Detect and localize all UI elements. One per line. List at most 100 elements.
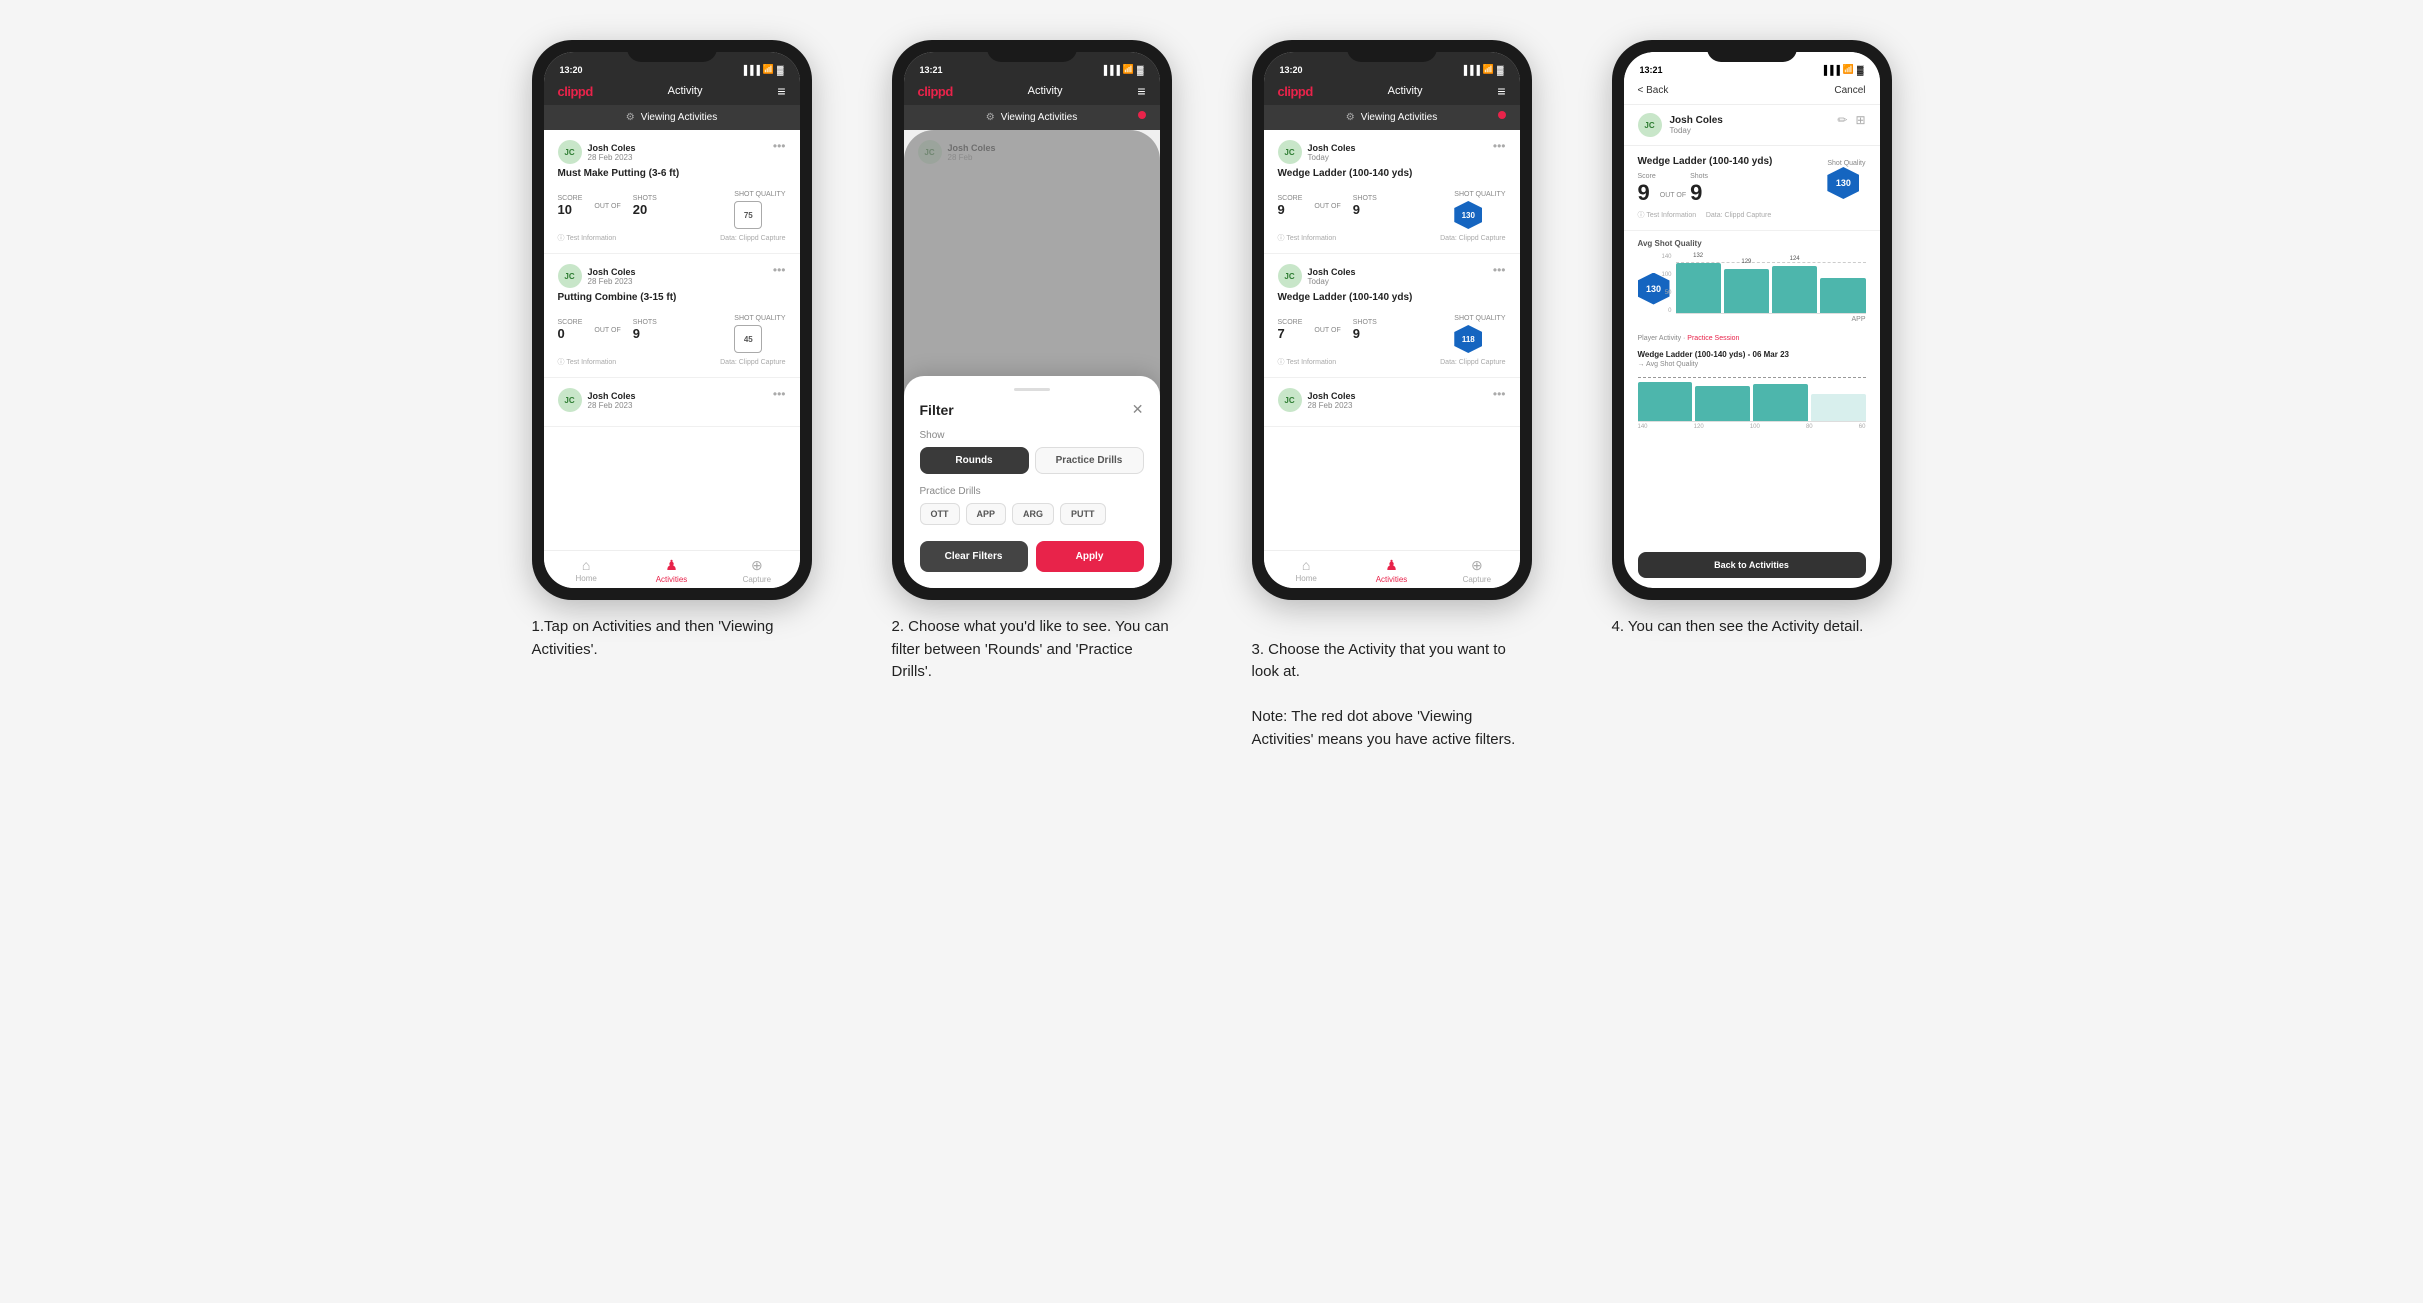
battery-icon-3: ▓ bbox=[1497, 65, 1504, 75]
quality-label-3-2: Shot Quality bbox=[1454, 315, 1505, 322]
filter-close-btn-2[interactable]: ✕ bbox=[1132, 401, 1144, 418]
activity-title-3-2: Wedge Ladder (100-140 yds) bbox=[1278, 292, 1506, 303]
stats-row-1-1: Score 10 OUT OF Shots 20 Shot Quality 75 bbox=[558, 183, 786, 229]
card-dots-3-1[interactable]: ••• bbox=[1493, 140, 1506, 152]
back-to-activities-btn-4[interactable]: Back to Activities bbox=[1638, 552, 1866, 578]
hamburger-icon-1[interactable]: ≡ bbox=[777, 83, 785, 99]
user-name-1-2: Josh Coles bbox=[588, 267, 636, 277]
bottom-nav-home-3[interactable]: ⌂ Home bbox=[1264, 551, 1349, 588]
bottom-nav-home-1[interactable]: ⌂ Home bbox=[544, 551, 629, 588]
pill-app-2[interactable]: APP bbox=[966, 503, 1007, 525]
cancel-btn-4[interactable]: Cancel bbox=[1834, 85, 1865, 96]
user-date-1-2: 28 Feb 2023 bbox=[588, 277, 636, 286]
score-label-3-2: Score bbox=[1278, 319, 1303, 326]
clear-filters-btn-2[interactable]: Clear Filters bbox=[920, 541, 1028, 572]
pill-arg-2[interactable]: ARG bbox=[1012, 503, 1054, 525]
shots-label-3-2: Shots bbox=[1353, 319, 1377, 326]
activity-card-1-3[interactable]: JC Josh Coles 28 Feb 2023 ••• bbox=[544, 378, 800, 427]
red-dot-3 bbox=[1498, 111, 1506, 119]
bottom-nav-capture-3[interactable]: ⊕ Capture bbox=[1434, 551, 1519, 588]
user-date-1-3: 28 Feb 2023 bbox=[588, 401, 636, 410]
user-name-1-1: Josh Coles bbox=[588, 143, 636, 153]
viewing-banner-1[interactable]: ⚙ Viewing Activities bbox=[544, 105, 800, 130]
phone-4: 13:21 ▐▐▐ 📶 ▓ < Back Cancel JC bbox=[1612, 40, 1892, 600]
user-info-3-1: JC Josh Coles Today bbox=[1278, 140, 1356, 164]
page-container: 13:20 ▐▐▐ 📶 ▓ clippd Activity ≡ ⚙ Vie bbox=[512, 40, 1912, 751]
phone-3-inner: 13:20 ▐▐▐ 📶 ▓ clippd Activity ≡ ⚙ Viewin… bbox=[1264, 52, 1520, 588]
chart-bar-4-4 bbox=[1820, 278, 1865, 313]
activity-card-3-2[interactable]: JC Josh Coles Today ••• Wedge Ladder (10… bbox=[1264, 254, 1520, 378]
score-label-1-2: Score bbox=[558, 319, 583, 326]
score-val-1-1: 10 bbox=[558, 202, 572, 217]
bottom-nav-activities-1[interactable]: ♟ Activities bbox=[629, 551, 714, 588]
viewing-banner-3[interactable]: ⚙ Viewing Activities bbox=[1264, 105, 1520, 130]
settings-icon-1: ⚙ bbox=[626, 112, 635, 123]
score-label-3-1: Score bbox=[1278, 195, 1303, 202]
hamburger-icon-2[interactable]: ≡ bbox=[1137, 83, 1145, 99]
detail-user-date-4: Today bbox=[1670, 126, 1723, 135]
detail-outof-4: OUT OF bbox=[1660, 192, 1686, 199]
practice-section-label-2: Practice Drills bbox=[920, 486, 1144, 497]
activity-sub-4: → Avg Shot Quality bbox=[1638, 361, 1866, 368]
capture-icon-3: ⊕ bbox=[1471, 557, 1483, 574]
user-info-1-3: JC Josh Coles 28 Feb 2023 bbox=[558, 388, 636, 412]
card-dots-1-3[interactable]: ••• bbox=[773, 388, 786, 400]
chart-x-label-4: APP bbox=[1676, 316, 1866, 323]
red-dot-2 bbox=[1138, 111, 1146, 119]
card-dots-3-2[interactable]: ••• bbox=[1493, 264, 1506, 276]
avatar-4: JC bbox=[1638, 113, 1662, 137]
app-nav-2: clippd Activity ≡ bbox=[904, 77, 1160, 105]
phone-notch-2 bbox=[987, 40, 1077, 62]
settings-icon-3: ⚙ bbox=[1346, 112, 1355, 123]
activity-card-1-1[interactable]: JC Josh Coles 28 Feb 2023 ••• Must Make … bbox=[544, 130, 800, 254]
phone-1-body: JC Josh Coles 28 Feb 2023 ••• Must Make … bbox=[544, 130, 800, 588]
stats-row-3-1: Score 9 OUT OF Shots 9 Shot Quality 130 bbox=[1278, 183, 1506, 229]
activity-card-1-2[interactable]: JC Josh Coles 28 Feb 2023 ••• Putting Co… bbox=[544, 254, 800, 378]
footer-info-3-1: ⓘ Test Information bbox=[1278, 233, 1337, 243]
stats-row-1-2: Score 0 OUT OF Shots 9 Shot Quality 45 bbox=[558, 307, 786, 353]
avatar-3-2: JC bbox=[1278, 264, 1302, 288]
footer-info-1-1: ⓘ Test Information bbox=[558, 233, 617, 243]
shots-val-1-1: 20 bbox=[633, 202, 647, 217]
quality-hex-1-1: 75 bbox=[734, 201, 762, 229]
bottom-nav-activities-3[interactable]: ♟ Activities bbox=[1349, 551, 1434, 588]
card-dots-1-2[interactable]: ••• bbox=[773, 264, 786, 276]
shots-val-3-1: 9 bbox=[1353, 202, 1360, 217]
app-nav-1: clippd Activity ≡ bbox=[544, 77, 800, 105]
score-val-3-1: 9 bbox=[1278, 202, 1285, 217]
step-2-column: 13:21 ▐▐▐ 📶 ▓ clippd Activity ≡ ⚙ Viewin… bbox=[872, 40, 1192, 751]
bottom-nav-capture-1[interactable]: ⊕ Capture bbox=[714, 551, 799, 588]
rounds-tab-2[interactable]: Rounds bbox=[920, 447, 1029, 474]
detail-footer-4: ⓘ Test Information Data: Clippd Capture bbox=[1638, 210, 1866, 220]
viewing-banner-2[interactable]: ⚙ Viewing Activities bbox=[904, 105, 1160, 130]
outof-3-1: OUT OF bbox=[1314, 203, 1340, 210]
activity-chart-4: 140 120 100 80 60 bbox=[1624, 372, 1880, 430]
hamburger-icon-3[interactable]: ≡ bbox=[1497, 83, 1505, 99]
dashed-line-activity bbox=[1638, 377, 1866, 378]
detail-title-4: Wedge Ladder (100-140 yds) bbox=[1638, 156, 1773, 167]
signal-icon-3: ▐▐▐ bbox=[1461, 65, 1480, 75]
wifi-icon-4: 📶 bbox=[1843, 64, 1854, 75]
card-dots-3-3[interactable]: ••• bbox=[1493, 388, 1506, 400]
caption-3: 3. Choose the Activity that you want to … bbox=[1252, 616, 1532, 751]
home-icon-1: ⌂ bbox=[582, 557, 590, 573]
card-dots-1-1[interactable]: ••• bbox=[773, 140, 786, 152]
banner-text-3: Viewing Activities bbox=[1361, 112, 1438, 123]
quality-label-1-1: Shot Quality bbox=[734, 191, 785, 198]
user-date-3-2: Today bbox=[1308, 277, 1356, 286]
pill-putt-2[interactable]: PUTT bbox=[1060, 503, 1106, 525]
pill-ott-2[interactable]: OTT bbox=[920, 503, 960, 525]
expand-icon-4[interactable]: ⊞ bbox=[1855, 113, 1865, 127]
capture-icon-1: ⊕ bbox=[751, 557, 763, 574]
activity-title-1-2: Putting Combine (3-15 ft) bbox=[558, 292, 786, 303]
apply-btn-2[interactable]: Apply bbox=[1036, 541, 1144, 572]
phone-3-body: JC Josh Coles Today ••• Wedge Ladder (10… bbox=[1264, 130, 1520, 588]
activity-card-3-3[interactable]: JC Josh Coles 28 Feb 2023 ••• bbox=[1264, 378, 1520, 427]
status-time-3: 13:20 bbox=[1280, 65, 1303, 75]
practice-tab-2[interactable]: Practice Drills bbox=[1035, 447, 1144, 474]
signal-icon-4: ▐▐▐ bbox=[1821, 65, 1840, 75]
edit-icon-4[interactable]: ✏ bbox=[1837, 113, 1847, 127]
phone-notch-4 bbox=[1707, 40, 1797, 62]
back-btn-4[interactable]: < Back bbox=[1638, 85, 1669, 96]
activity-card-3-1[interactable]: JC Josh Coles Today ••• Wedge Ladder (10… bbox=[1264, 130, 1520, 254]
